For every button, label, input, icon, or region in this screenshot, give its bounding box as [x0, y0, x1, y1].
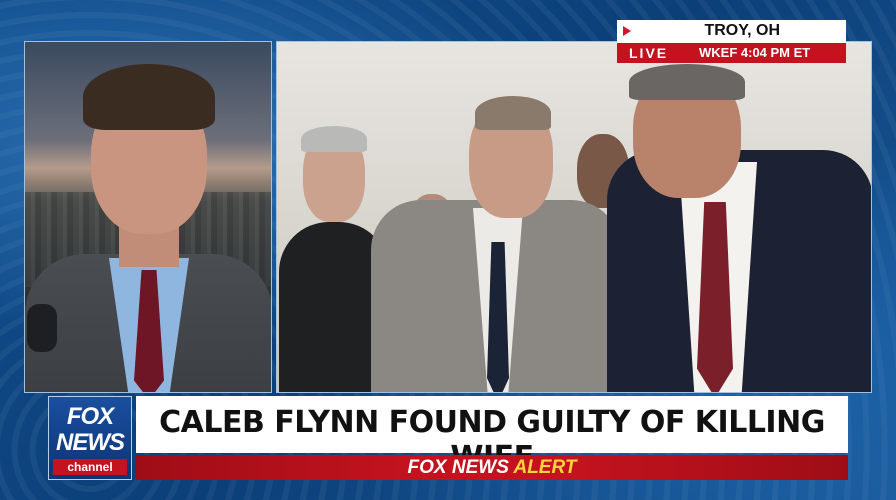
location-city: TROY, OH: [704, 22, 780, 39]
logo-line-channel: channel: [53, 459, 127, 475]
alert-brand: FOX NEWS: [407, 457, 509, 478]
logo-line-news: NEWS: [56, 429, 125, 456]
location-box: TROY, OH LIVE WKEF 4:04 PM ET: [617, 20, 846, 63]
station-time: WKEF 4:04 PM ET: [699, 45, 811, 60]
alert-bar: FOX NEWS ALERT: [136, 455, 848, 480]
headline-box: CALEB FLYNN FOUND GUILTY OF KILLING WIFE: [136, 396, 848, 475]
fox-news-logo: FOX NEWS channel: [48, 396, 132, 480]
anchor-video-panel: [24, 41, 272, 393]
alert-word: ALERT: [513, 457, 577, 478]
logo-line-fox: FOX: [66, 403, 114, 430]
courtroom-video-panel: [276, 41, 872, 393]
live-label: LIVE: [629, 45, 669, 61]
anchor-hair: [83, 64, 215, 130]
live-bar: LIVE WKEF 4:04 PM ET: [617, 43, 846, 63]
microphone: [27, 304, 57, 352]
